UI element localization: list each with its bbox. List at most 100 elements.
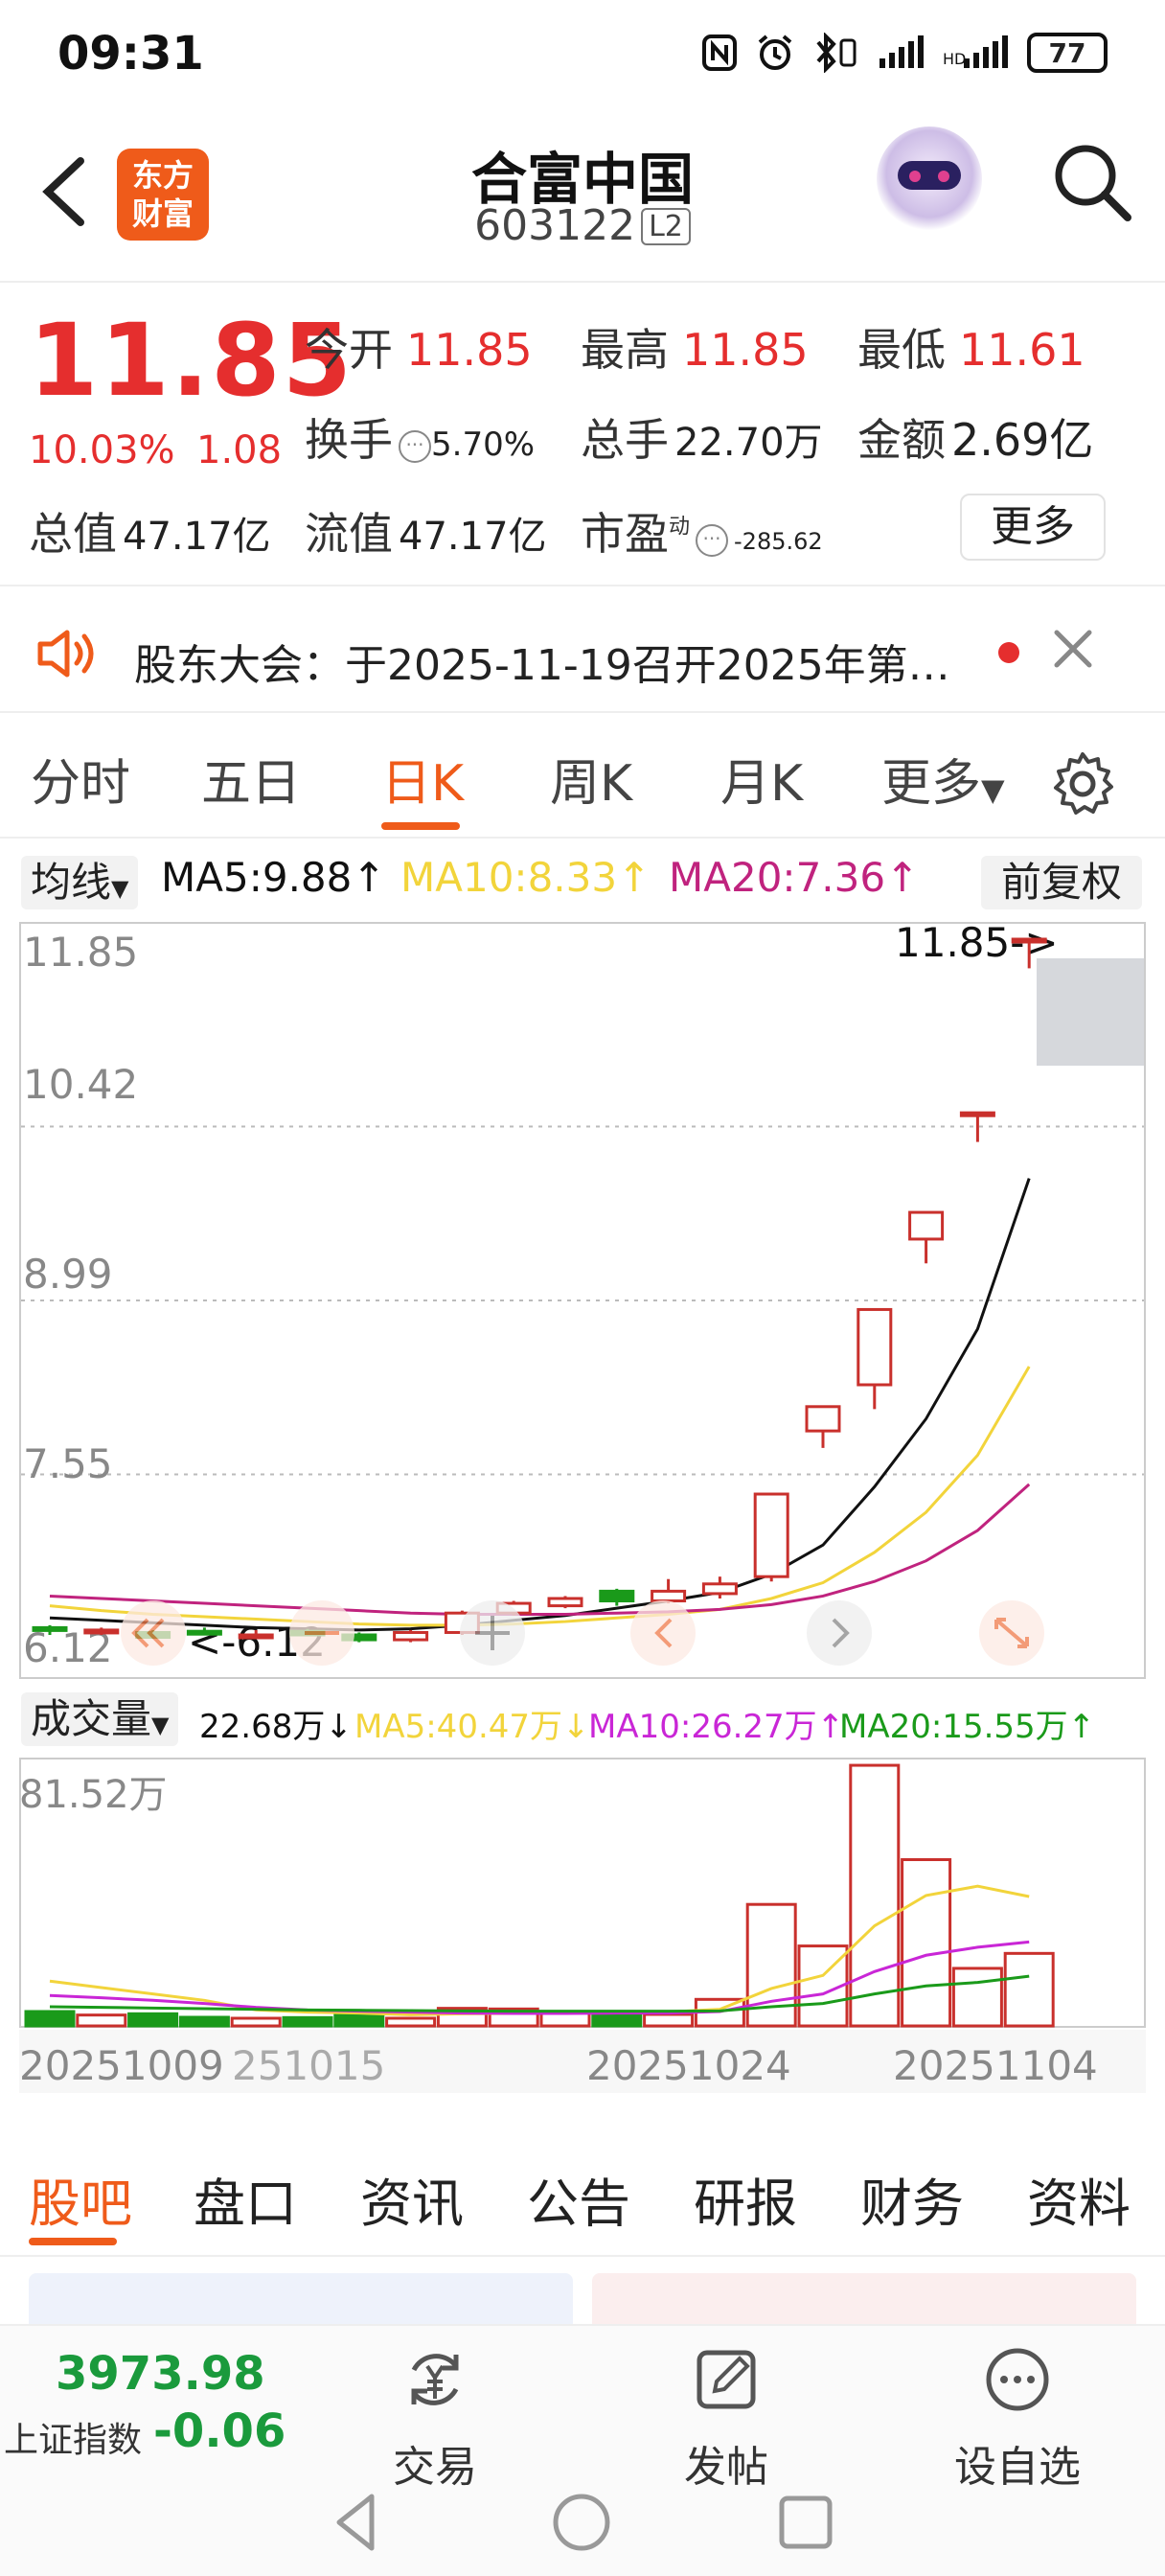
post-button[interactable]: 发帖: [640, 2345, 812, 2494]
ma10-legend: MA10:8.33↑: [400, 854, 651, 901]
tab-more-label: 更多: [881, 755, 982, 813]
bottom-bar: 3973.98 上证指数 -0.06 交易 发帖 设自选: [0, 2324, 1165, 2576]
volume-label: 总手: [581, 414, 669, 466]
tab-research[interactable]: 研报: [694, 2161, 797, 2237]
date-label: 251015: [232, 2042, 385, 2089]
info-icon[interactable]: ···: [399, 430, 431, 463]
trade-button[interactable]: 交易: [349, 2345, 521, 2494]
high-value: 11.85: [682, 324, 809, 376]
overlay-box: [1037, 958, 1144, 1066]
status-bar: 09:31 HD 77: [0, 0, 1165, 105]
candle-body: [857, 1307, 893, 1387]
active-info-tab-underline: [29, 2238, 117, 2245]
open-field: 今开 11.85: [305, 315, 533, 379]
date-label: 20251024: [586, 2042, 791, 2089]
scroll-left-icon[interactable]: [630, 1600, 696, 1666]
stock-code-row: 603122 L2: [0, 201, 1165, 250]
pe-field: 市盈动 ··· -285.62: [581, 499, 823, 563]
volume-legend-bar: 成交量▼ 22.68万↓ MA5:40.47万↓ MA10:26.27万↑ MA…: [0, 1689, 1165, 1750]
low-label: 最低: [857, 324, 946, 376]
amount-field: 金额 2.69亿: [857, 405, 1093, 469]
yen-cycle-icon: [411, 2354, 459, 2405]
unread-dot: [998, 642, 1019, 663]
volume-ma20: MA20:15.55万↑: [839, 1708, 1096, 1746]
content-card-right[interactable]: [592, 2273, 1136, 2331]
app-header: 东方 财富 合富中国 603122 L2: [0, 105, 1165, 283]
ma-mode-dropdown[interactable]: 均线▼: [21, 856, 139, 909]
change-amount: 1.08: [196, 428, 283, 472]
tab-five-day[interactable]: 五日: [201, 743, 301, 815]
tab-weekly-k[interactable]: 周K: [550, 743, 632, 815]
volume-bar: [951, 1966, 1003, 2028]
max-price-marker: 11.85->: [895, 922, 1059, 966]
nav-back-icon[interactable]: [326, 2489, 393, 2556]
volume-current: 22.68万↓: [199, 1708, 353, 1746]
index-change[interactable]: -0.06: [153, 2404, 286, 2458]
volume-bar: [643, 2012, 695, 2028]
volume-bar: [333, 2013, 385, 2028]
gear-icon[interactable]: [1049, 750, 1116, 817]
low-value: 11.61: [959, 324, 1085, 376]
dropdown-triangle-icon: ▼: [111, 875, 129, 902]
tab-daily-k[interactable]: 日K: [381, 743, 464, 815]
volume-bar: [76, 2013, 127, 2028]
kline-chart[interactable]: 11.85 10.42 8.99 7.55 6.12 11.85-> <-6.1…: [19, 922, 1146, 1679]
candle-body: [186, 1629, 222, 1636]
tab-finance[interactable]: 财务: [860, 2161, 964, 2237]
candle-body: [908, 1210, 945, 1241]
more-button[interactable]: 更多: [960, 494, 1106, 561]
fast-back-icon[interactable]: [121, 1600, 186, 1666]
quote-panel: 11.85 10.03% 1.08 今开 11.85 最高 11.85 最低 11.6…: [0, 285, 1165, 586]
pe-value: -285.62: [734, 528, 823, 555]
volume-bar: [127, 2012, 179, 2028]
add-watchlist-button[interactable]: 设自选: [931, 2345, 1104, 2494]
tab-guba[interactable]: 股吧: [29, 2161, 132, 2237]
ma5-legend: MA5:9.88↑: [161, 854, 386, 901]
tab-news[interactable]: 资讯: [360, 2161, 464, 2237]
nav-home-icon[interactable]: [548, 2489, 615, 2556]
pe-superscript: 动: [669, 515, 691, 540]
notice-bar[interactable]: 股东大会：于2025-11-19召开2025年第…: [0, 588, 1165, 713]
edit-icon: [697, 2350, 756, 2409]
candle-body: [651, 1589, 687, 1603]
search-icon[interactable]: [1049, 139, 1135, 225]
volume-max-label: 81.52万: [19, 1773, 168, 1817]
total-cap-value: 47.17亿: [123, 515, 271, 559]
turnover-label: 换手: [305, 414, 393, 466]
ai-assistant-icon[interactable]: [877, 126, 982, 232]
candle-body: [753, 1492, 789, 1578]
ma-legend-bar: 均线▼ MA5:9.88↑ MA10:8.33↑ MA20:7.36↑ 前复权: [0, 850, 1165, 917]
ma-mode-label: 均线: [31, 859, 112, 906]
tab-pankou[interactable]: 盘口: [194, 2161, 297, 2237]
volume-label: 成交量: [31, 1695, 152, 1742]
index-value[interactable]: 3973.98: [56, 2347, 265, 2401]
l2-badge[interactable]: L2: [641, 208, 691, 245]
tab-profile[interactable]: 资料: [1027, 2161, 1131, 2237]
nav-recents-icon[interactable]: [772, 2489, 839, 2556]
volume-indicator-dropdown[interactable]: 成交量▼: [21, 1692, 179, 1746]
adjust-button[interactable]: 前复权: [981, 856, 1142, 909]
notice-text[interactable]: 股东大会：于2025-11-19召开2025年第…: [134, 631, 950, 692]
y-axis-label: 7.55: [23, 1440, 113, 1487]
volume-bar: [178, 2015, 230, 2028]
index-name[interactable]: 上证指数: [4, 2412, 142, 2462]
total-cap-label: 总值: [29, 508, 117, 560]
change-percent: 10.03%: [29, 428, 175, 472]
turnover-field: 换手 ··· 5.70%: [305, 405, 535, 469]
volume-field: 总手 22.70万: [581, 405, 823, 469]
tab-monthly-k[interactable]: 月K: [720, 743, 803, 815]
tab-announcements[interactable]: 公告: [527, 2161, 630, 2237]
content-card-left[interactable]: [29, 2273, 573, 2331]
signal-icon-2: HD: [943, 35, 1008, 68]
candle-body: [805, 1405, 841, 1433]
volume-bar: [1003, 1951, 1055, 2028]
scroll-right-icon[interactable]: [807, 1600, 872, 1666]
close-icon[interactable]: [1049, 625, 1097, 673]
tab-intraday[interactable]: 分时: [31, 743, 130, 815]
tab-more[interactable]: 更多▼: [881, 743, 1005, 815]
info-icon[interactable]: ···: [696, 524, 729, 557]
amount-label: 金额: [857, 414, 946, 466]
high-field: 最高 11.85: [581, 315, 809, 379]
turnover-value: 5.70%: [431, 426, 536, 464]
volume-chart[interactable]: 81.52万 20251009 251015 20251024 20251104: [19, 1758, 1146, 2131]
